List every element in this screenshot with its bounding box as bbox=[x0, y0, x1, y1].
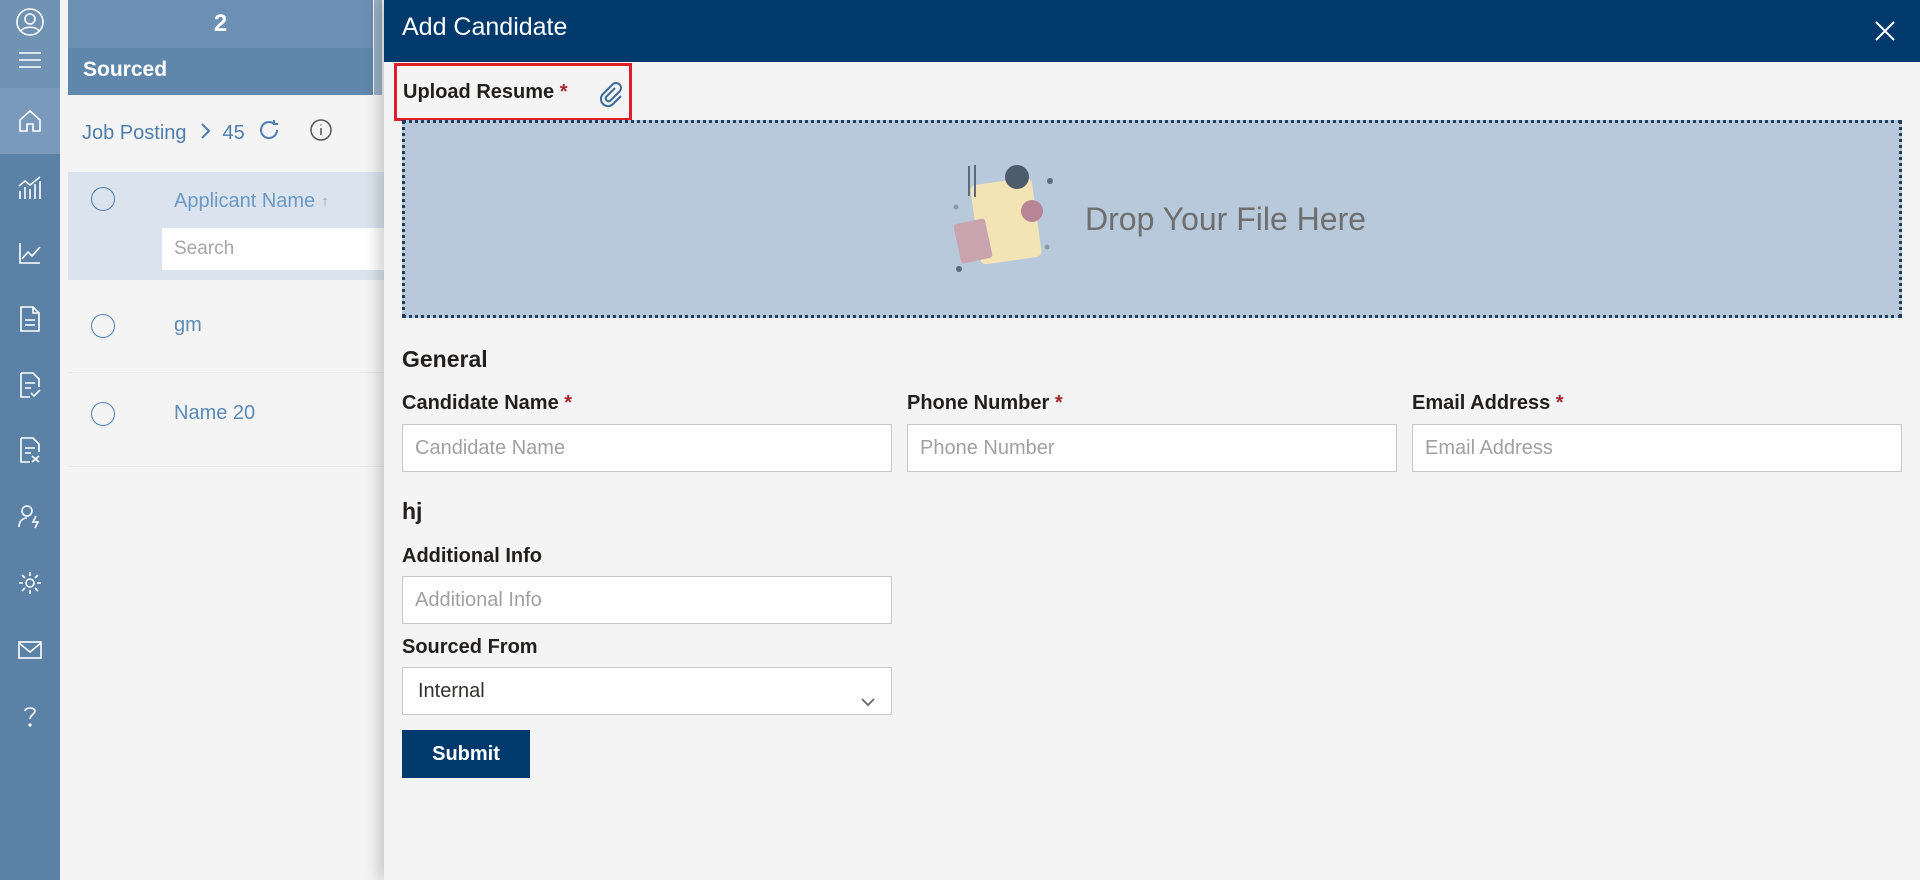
sourced-from-value: Internal bbox=[418, 680, 485, 702]
breadcrumb-job-posting[interactable]: Job Posting bbox=[82, 122, 187, 145]
section-general: General bbox=[402, 346, 488, 372]
stage-count: 2 bbox=[68, 0, 373, 48]
row-radio[interactable] bbox=[91, 402, 115, 426]
nav-rail bbox=[0, 0, 60, 880]
resume-dropzone[interactable]: Drop Your File Here bbox=[402, 120, 1902, 318]
applicant-list-panel: 2 Sourced Job Posting 45 Applicant Name … bbox=[60, 0, 400, 880]
line-chart-icon[interactable] bbox=[0, 233, 60, 273]
document-icon[interactable] bbox=[0, 299, 60, 339]
drawer-header: Add Candidate bbox=[384, 0, 1920, 62]
submit-button[interactable]: Submit bbox=[402, 730, 530, 778]
column-applicant-name[interactable]: Applicant Name ↑ bbox=[174, 190, 329, 213]
table-row[interactable]: gm bbox=[68, 280, 398, 373]
hamburger-menu-icon[interactable] bbox=[0, 40, 60, 80]
analytics-icon[interactable] bbox=[0, 168, 60, 208]
email-address-input[interactable]: Email Address bbox=[1412, 424, 1902, 472]
stage-name: Sourced bbox=[83, 58, 168, 81]
sourced-from-label: Sourced From bbox=[402, 636, 538, 658]
select-all-radio[interactable] bbox=[91, 187, 115, 211]
applicant-search-input[interactable]: Search bbox=[162, 228, 398, 270]
gear-icon[interactable] bbox=[0, 563, 60, 603]
file-drop-illustration bbox=[945, 161, 1075, 281]
chevron-down-icon bbox=[859, 682, 877, 728]
breadcrumb: Job Posting 45 bbox=[82, 118, 333, 148]
refresh-icon[interactable] bbox=[257, 118, 281, 148]
additional-info-label: Additional Info bbox=[402, 545, 542, 567]
phone-number-input[interactable]: Phone Number bbox=[907, 424, 1397, 472]
user-assign-icon[interactable] bbox=[0, 496, 60, 536]
chevron-right-icon bbox=[199, 122, 211, 145]
applicant-name-cell[interactable]: Name 20 bbox=[174, 402, 255, 425]
sort-asc-icon: ↑ bbox=[320, 192, 330, 211]
add-candidate-drawer: Add Candidate Upload Resume * Drop Your … bbox=[384, 0, 1920, 880]
phone-number-label: Phone Number * bbox=[907, 392, 1063, 414]
row-radio[interactable] bbox=[91, 314, 115, 338]
stage-card[interactable]: 2 Sourced bbox=[68, 0, 373, 95]
table-row[interactable]: Name 20 bbox=[68, 374, 398, 467]
dropzone-text: Drop Your File Here bbox=[1085, 201, 1367, 237]
stage-scrollbar[interactable] bbox=[374, 0, 382, 95]
home-icon[interactable] bbox=[0, 88, 60, 154]
breadcrumb-job-id[interactable]: 45 bbox=[223, 122, 245, 145]
sourced-from-select[interactable]: Internal bbox=[402, 667, 892, 715]
table-header: Applicant Name ↑ Search bbox=[68, 172, 398, 280]
upload-resume-highlight: Upload Resume * bbox=[394, 63, 632, 121]
additional-info-input[interactable]: Additional Info bbox=[402, 576, 892, 624]
upload-resume-label: Upload Resume * bbox=[403, 81, 568, 103]
mail-icon[interactable] bbox=[0, 630, 60, 670]
candidate-name-label: Candidate Name * bbox=[402, 392, 573, 414]
document-check-icon[interactable] bbox=[0, 365, 60, 405]
document-x-icon[interactable] bbox=[0, 430, 60, 470]
help-icon[interactable] bbox=[0, 696, 60, 736]
applicant-name-cell[interactable]: gm bbox=[174, 314, 202, 337]
section-hj: hj bbox=[402, 498, 423, 524]
info-icon[interactable] bbox=[309, 118, 333, 148]
candidate-name-input[interactable]: Candidate Name bbox=[402, 424, 892, 472]
email-address-label: Email Address * bbox=[1412, 392, 1564, 414]
user-avatar-icon[interactable] bbox=[0, 2, 60, 42]
close-icon[interactable] bbox=[1868, 14, 1902, 48]
drawer-title: Add Candidate bbox=[402, 13, 568, 41]
paperclip-icon[interactable] bbox=[597, 80, 625, 108]
